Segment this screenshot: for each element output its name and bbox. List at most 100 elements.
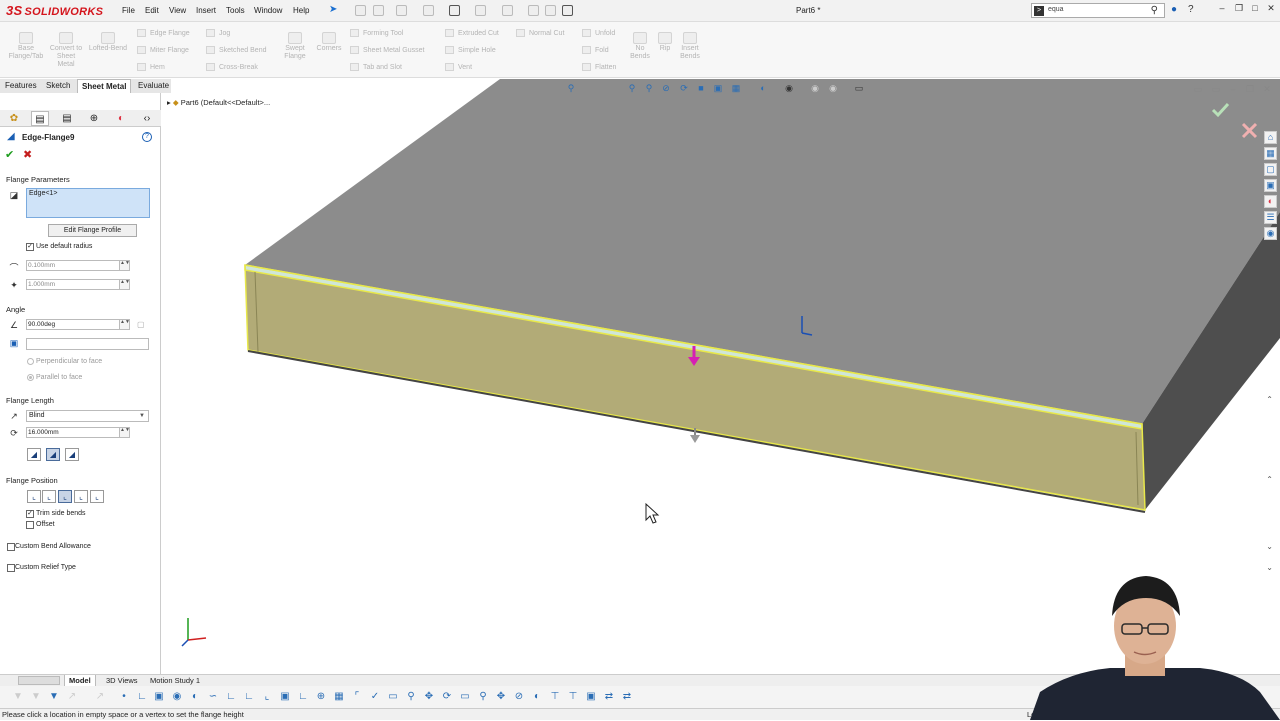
tangent-bend-button[interactable]: ◢ xyxy=(65,448,79,461)
base-flange-button[interactable]: Base Flange/Tab xyxy=(5,32,47,61)
use-default-radius-checkbox[interactable]: ✓ xyxy=(26,243,34,251)
flange-angle-field[interactable]: 90.00deg xyxy=(26,319,124,330)
new-document-icon[interactable] xyxy=(373,5,384,16)
sketch-text-icon[interactable]: ▭ xyxy=(387,691,399,703)
options-gear-icon[interactable] xyxy=(562,5,573,16)
move-icon[interactable]: ✥ xyxy=(495,691,507,703)
section-flange-length[interactable]: Flange Length xyxy=(6,396,54,405)
dimxpert-tab-icon[interactable]: ⊕ xyxy=(85,111,103,126)
menu-insert[interactable]: Insert xyxy=(196,6,216,15)
realview-icon[interactable]: ◉ xyxy=(827,83,839,95)
pan-icon[interactable]: ✥ xyxy=(423,691,435,703)
zoom-area-icon[interactable]: ⚲ xyxy=(626,83,638,95)
sheet-metal-gusset-button[interactable]: Sheet Metal Gusset xyxy=(350,46,424,54)
zoom-fit-icon[interactable]: ⚲ xyxy=(405,691,417,703)
print-icon[interactable] xyxy=(449,5,460,16)
rotate-icon[interactable]: ⟳ xyxy=(441,691,453,703)
edit-appearance-icon[interactable]: ◐ xyxy=(757,83,769,95)
reference-face-field[interactable] xyxy=(26,338,149,350)
lock-icon[interactable]: ▢ xyxy=(137,320,145,329)
sketch-trim-icon[interactable]: ∟ xyxy=(297,691,309,703)
align-icon[interactable]: ⊤ xyxy=(567,691,579,703)
task-pane-home-icon[interactable]: ⌂ xyxy=(1264,131,1277,144)
sketch-pattern-icon[interactable]: ▦ xyxy=(333,691,345,703)
menu-tools[interactable]: Tools xyxy=(226,6,245,15)
section-flange-parameters[interactable]: Flange Parameters xyxy=(6,175,70,184)
sketch-relations-icon[interactable]: ⌜ xyxy=(351,691,363,703)
gap-distance-field[interactable]: 1.000mm xyxy=(26,279,124,290)
sketch-arc-icon[interactable]: ◐ xyxy=(189,691,201,703)
menu-view[interactable]: View xyxy=(169,6,186,15)
material-inside-button[interactable]: ⌞ xyxy=(27,490,41,503)
swept-flange-button[interactable]: Swept Flange xyxy=(280,32,310,61)
part-name[interactable]: Part6 (Default<<Default>... xyxy=(181,98,270,107)
unfold-button[interactable]: Unfold xyxy=(582,29,615,37)
sketch-dimension-icon[interactable]: ∟ xyxy=(243,691,255,703)
section-angle[interactable]: Angle xyxy=(6,305,25,314)
ok-checkmark-icon[interactable]: ✔ xyxy=(5,148,14,161)
outer-virtual-sharp-button[interactable]: ◢ xyxy=(27,448,41,461)
trim-side-bends-checkbox[interactable]: ✓ xyxy=(26,510,34,518)
inner-virtual-sharp-button[interactable]: ◢ xyxy=(46,448,60,461)
menu-edit[interactable]: Edit xyxy=(145,6,159,15)
task-pane-forum-icon[interactable]: ◉ xyxy=(1264,227,1277,240)
help-icon[interactable]: ? xyxy=(1188,4,1194,15)
rip-button[interactable]: Rip xyxy=(655,32,675,53)
view-settings-icon[interactable]: ◉ xyxy=(809,83,821,95)
section-icon[interactable]: ⊘ xyxy=(513,691,525,703)
zoom-to-fit-icon[interactable]: ⚲ xyxy=(565,83,577,95)
no-bends-button[interactable]: No Bends xyxy=(628,32,652,61)
select-icon[interactable] xyxy=(502,5,513,16)
sketch-point-icon[interactable]: • xyxy=(118,691,130,703)
simple-hole-button[interactable]: Simple Hole xyxy=(445,46,496,54)
previous-view-icon[interactable]: ⚲ xyxy=(643,83,655,95)
convert-sheet-metal-button[interactable]: Convert to Sheet Metal xyxy=(48,32,84,69)
restore-icon[interactable]: ❐ xyxy=(1233,3,1245,15)
home-icon[interactable] xyxy=(355,5,366,16)
quick-snaps-icon[interactable]: ⇄ xyxy=(603,691,615,703)
normal-cut-button[interactable]: Normal Cut xyxy=(516,29,564,37)
sketch-circle-icon[interactable]: ◉ xyxy=(171,691,183,703)
open-document-icon[interactable] xyxy=(396,5,407,16)
view-monitor-icon[interactable]: ▭ xyxy=(853,83,865,95)
bend-from-virtual-sharp-button[interactable]: ⌞ xyxy=(74,490,88,503)
search-input[interactable]: equa xyxy=(1048,6,1064,13)
viewport-tile-icon[interactable]: ▭ xyxy=(1192,84,1204,96)
miter-flange-button[interactable]: Miter Flange xyxy=(137,46,189,54)
measure-icon[interactable]: ▭ xyxy=(459,691,471,703)
viewport-restore-icon[interactable]: ❐ xyxy=(1244,84,1256,96)
forming-tool-button[interactable]: Forming Tool xyxy=(350,29,403,37)
sketched-bend-button[interactable]: Sketched Bend xyxy=(206,46,266,54)
filter-vertices-icon[interactable]: ↗ xyxy=(94,691,106,703)
normal-to-icon[interactable]: ⊤ xyxy=(549,691,561,703)
display-style-icon[interactable]: ▣ xyxy=(712,83,724,95)
tab-and-slot-button[interactable]: Tab and Slot xyxy=(350,63,402,71)
tab-scroll-controls[interactable] xyxy=(18,676,60,685)
save-icon[interactable] xyxy=(423,5,434,16)
file-properties-icon[interactable] xyxy=(545,5,556,16)
search-box[interactable]: > equa ⚲ xyxy=(1031,3,1165,18)
sketch-offset-icon[interactable]: ▣ xyxy=(279,691,291,703)
tab-sketch[interactable]: Sketch xyxy=(42,79,74,93)
reverse-direction-icon[interactable]: ↗ xyxy=(8,411,20,423)
solidworks-logo[interactable]: 3S SOLIDWORKS xyxy=(6,3,103,18)
edge-flange-button[interactable]: Edge Flange xyxy=(137,29,190,37)
search-icon[interactable]: ⚲ xyxy=(1151,5,1158,16)
cross-break-button[interactable]: Cross-Break xyxy=(206,63,258,71)
vent-button[interactable]: Vent xyxy=(445,63,472,71)
task-pane-properties-icon[interactable]: ☰ xyxy=(1264,211,1277,224)
insert-bends-button[interactable]: Insert Bends xyxy=(677,32,703,61)
cancel-x-icon[interactable]: ✖ xyxy=(23,148,32,161)
filter-edges-icon[interactable]: ↗ xyxy=(66,691,78,703)
snapshot-icon[interactable]: ▣ xyxy=(585,691,597,703)
maximize-icon[interactable]: □ xyxy=(1249,3,1261,15)
hem-button[interactable]: Hem xyxy=(137,63,165,71)
sketch-spline-icon[interactable]: ∽ xyxy=(207,691,219,703)
undo-icon[interactable] xyxy=(475,5,486,16)
expand-arrow-icon[interactable]: ▸ xyxy=(167,98,171,107)
sketch-fillet-icon[interactable]: ⌞ xyxy=(261,691,273,703)
section-view-icon[interactable]: ⊘ xyxy=(660,83,672,95)
custom-bend-allowance-label[interactable]: Custom Bend Allowance xyxy=(15,543,91,550)
appearance-icon[interactable]: ◐ xyxy=(531,691,543,703)
sketch-mirror-icon[interactable]: ⊕ xyxy=(315,691,327,703)
